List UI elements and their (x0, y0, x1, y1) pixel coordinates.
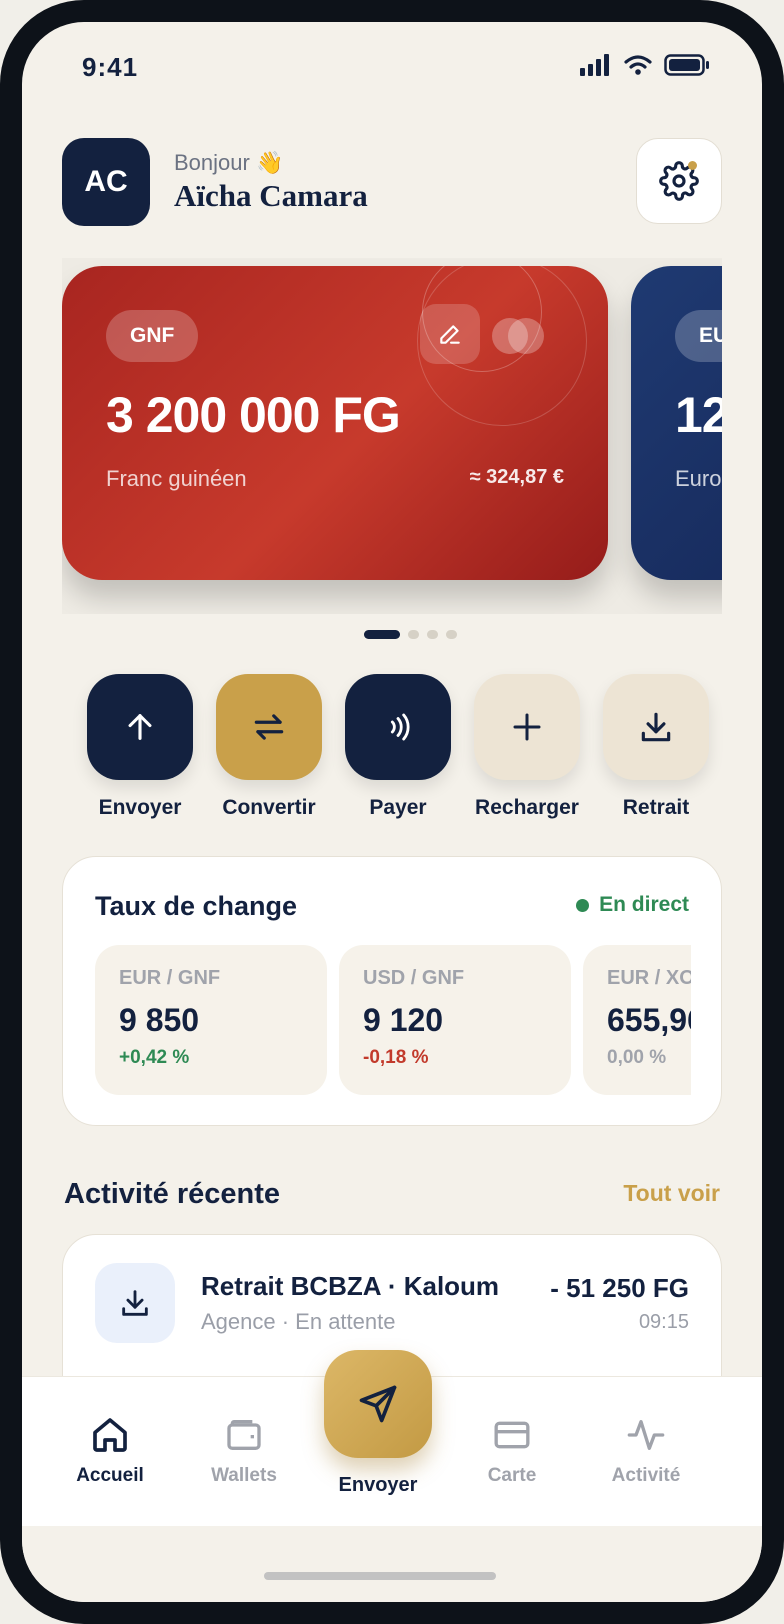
rate-pair: USD / GNF (363, 967, 465, 989)
pencil-icon (440, 325, 460, 344)
rate-tile[interactable]: USD / GNF 9 120 -0,18 % (339, 945, 571, 1095)
action-convert[interactable]: Convertir (207, 674, 331, 820)
card-equivalent: ≈ 324,87 € (469, 466, 564, 488)
nav-item-wallets[interactable]: Wallets (184, 1415, 304, 1487)
nav-label: Accueil (76, 1465, 144, 1486)
carousel-dot[interactable] (364, 630, 400, 639)
see-all-link[interactable]: Tout voir (623, 1180, 720, 1207)
nav-item-home[interactable]: Accueil (50, 1415, 170, 1487)
rates-title: Taux de change (95, 891, 298, 921)
rates-scroller[interactable]: EUR / GNF 9 850 +0,42 % USD / GNF 9 120 … (95, 945, 691, 1095)
nav-label: Wallets (211, 1465, 277, 1486)
rate-pair: EUR / GNF (119, 967, 221, 989)
activity-title: Activité récente (64, 1178, 280, 1210)
home-area (22, 1526, 762, 1602)
transaction-subtitle: Agence · En attente (201, 1309, 396, 1334)
settings-button[interactable] (636, 138, 722, 224)
action-label: Retrait (622, 796, 690, 819)
live-dot (576, 898, 590, 912)
pay-button[interactable] (345, 674, 451, 780)
app-screen: 9:41 AC Bonjour 👋 Aïcha Camara GNF 3 200… (22, 22, 762, 1602)
action-label: Envoyer (98, 796, 182, 819)
exchange-rates-card: Taux de change En direct EUR / GNF 9 850… (62, 856, 722, 1126)
action-topup[interactable]: Recharger (465, 674, 589, 820)
action-pay[interactable]: Payer (336, 674, 460, 820)
arrow-up-icon (128, 714, 152, 740)
carousel-dot[interactable] (408, 630, 419, 639)
edit-card-button[interactable] (420, 304, 480, 364)
action-send[interactable]: Envoyer (78, 674, 202, 820)
action-label: Payer (369, 796, 427, 819)
carousel-indicator (364, 630, 457, 639)
avatar[interactable]: AC (62, 138, 150, 226)
wallet-cards-carousel[interactable]: GNF 3 200 000 FG Franc guinéen ≈ 324,87 … (62, 258, 722, 614)
nav-label: Envoyer (338, 1474, 418, 1496)
home-indicator[interactable] (264, 1572, 496, 1580)
withdraw-button[interactable] (603, 674, 709, 780)
card-brand-circle (508, 318, 544, 354)
rate-tile[interactable]: EUR / XOF 655,96 0,00 % (583, 945, 691, 1095)
rate-value: 655,96 (607, 1002, 691, 1038)
card-icon (494, 1421, 530, 1449)
card-currency-name: Franc guinéen (106, 466, 247, 491)
plus-icon (513, 713, 541, 741)
swap-icon (254, 714, 284, 740)
topup-button[interactable] (474, 674, 580, 780)
download-icon (641, 712, 671, 742)
transaction-icon (95, 1263, 175, 1343)
transaction-time: 09:15 (638, 1311, 689, 1333)
rate-change: +0,42 % (119, 1047, 190, 1068)
user-name: Aïcha Camara (174, 178, 368, 213)
nav-item-activity[interactable]: Activité (586, 1415, 706, 1487)
action-label: Convertir (222, 796, 316, 819)
rate-pair: EUR / XOF (607, 967, 691, 989)
nav-item-card[interactable]: Carte (452, 1415, 572, 1487)
nav-label: Carte (487, 1465, 537, 1486)
wallet-icon (227, 1420, 261, 1450)
phone-frame: 9:41 AC Bonjour 👋 Aïcha Camara GNF 3 200… (0, 0, 784, 1624)
notification-dot (688, 161, 697, 170)
card-balance: 3 200 000 FG (106, 387, 401, 443)
activity-icon (627, 1420, 665, 1450)
signal-icon (580, 54, 609, 76)
send-button[interactable] (87, 674, 193, 780)
rate-value: 9 120 (363, 1002, 444, 1038)
live-indicator: En direct (576, 893, 689, 917)
status-time: 9:41 (82, 52, 139, 82)
wifi-icon (624, 55, 652, 75)
carousel-dot[interactable] (427, 630, 438, 639)
contactless-icon (390, 713, 410, 741)
send-icon (359, 1385, 397, 1423)
rate-tile[interactable]: EUR / GNF 9 850 +0,42 % (95, 945, 327, 1095)
currency-chip: GNF (106, 310, 199, 362)
rate-value: 9 850 (119, 1002, 200, 1038)
carousel-dot[interactable] (446, 630, 457, 639)
rate-change: 0,00 % (607, 1047, 667, 1068)
transaction-amount: - 51 250 FG (550, 1273, 689, 1303)
battery-icon (664, 54, 709, 76)
quick-actions: Envoyer Convertir Payer Recharger Retrai… (78, 674, 718, 820)
card-balance: 12 (675, 387, 722, 443)
nav-label: Activité (611, 1465, 681, 1486)
transaction-title: Retrait BCBZA · Kaloum (201, 1271, 500, 1301)
card-currency-name: Euro (675, 466, 722, 491)
wallet-card-gnf[interactable]: GNF 3 200 000 FG Franc guinéen ≈ 324,87 … (62, 266, 608, 580)
wallet-card-eur[interactable]: EUR 12 Euro (631, 266, 722, 580)
action-label: Recharger (475, 796, 579, 819)
action-withdraw[interactable]: Retrait (594, 674, 718, 820)
greeting: Bonjour 👋 (174, 150, 284, 175)
live-label: En direct (599, 893, 689, 916)
home-icon (93, 1418, 127, 1452)
send-fab-button[interactable] (324, 1350, 432, 1458)
rate-change: -0,18 % (363, 1047, 429, 1068)
download-icon (122, 1290, 148, 1316)
currency-chip: EUR (675, 310, 722, 362)
status-icons (580, 54, 710, 76)
convert-button[interactable] (216, 674, 322, 780)
